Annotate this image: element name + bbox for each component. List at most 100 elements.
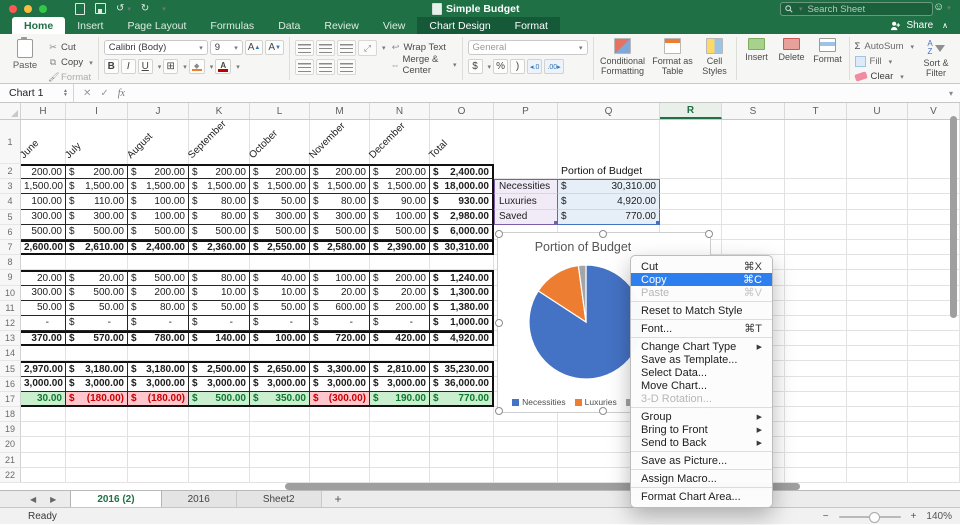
cell[interactable]: $100.00 [128,194,189,209]
conditional-formatting-button[interactable]: Conditional Formatting [599,38,647,76]
cell[interactable]: $3,180.00 [66,361,128,376]
row-header-19[interactable]: 19 [0,422,21,437]
cell[interactable] [370,468,430,483]
cell[interactable] [908,407,960,422]
zoom-slider[interactable] [839,516,901,518]
cell[interactable] [128,255,189,270]
cell[interactable] [66,437,128,452]
cell[interactable]: $780.00 [128,331,189,346]
cell[interactable]: $1,500.00 [66,179,128,194]
cell[interactable]: $200.00 [128,286,189,301]
chart-handle-bottom-mid[interactable] [599,407,607,415]
font-size-select[interactable]: 9▾ [210,40,243,55]
cell[interactable] [722,179,785,194]
ribbon-tab-data[interactable]: Data [266,17,312,34]
cell[interactable]: $10.00 [250,286,310,301]
cell[interactable]: $930.00 [430,194,494,209]
row-header-21[interactable]: 21 [0,453,21,468]
cell[interactable]: 370.00 [21,331,66,346]
cell[interactable] [722,164,785,179]
cell[interactable]: $200.00 [310,164,370,179]
cell[interactable] [660,210,722,225]
cell[interactable] [785,255,847,270]
cell[interactable]: $500.00 [128,270,189,285]
save-icon[interactable] [95,3,106,14]
cell[interactable]: $- [370,316,430,331]
cell[interactable] [847,179,908,194]
cell[interactable] [21,453,66,468]
cell[interactable]: $200.00 [250,164,310,179]
menu-item-copy[interactable]: Copy⌘C [631,273,772,286]
cell[interactable]: $500.00 [250,225,310,240]
cell[interactable] [722,240,785,255]
chart-handle-bottom-left[interactable] [495,407,503,415]
cell[interactable]: $200.00 [66,164,128,179]
row-header-9[interactable]: 9 [0,270,21,285]
cell[interactable]: $20.00 [66,270,128,285]
cell[interactable] [785,407,847,422]
cell[interactable]: $300.00 [310,210,370,225]
cell[interactable]: 30.00 [21,392,66,407]
cell[interactable]: $1,500.00 [128,179,189,194]
font-color-button[interactable]: A [215,59,231,74]
row-header-17[interactable]: 17 [0,392,21,407]
column-header-Q[interactable]: Q [558,103,660,119]
cell[interactable] [558,120,660,164]
cell[interactable]: $1,240.00 [430,270,494,285]
cell[interactable] [722,194,785,209]
cell[interactable]: 100.00 [21,194,66,209]
cell[interactable]: $36,000.00 [430,377,494,392]
cell[interactable] [250,422,310,437]
cell[interactable]: $300.00 [66,210,128,225]
cell[interactable] [21,422,66,437]
cell[interactable] [370,422,430,437]
bold-button[interactable]: B [104,59,119,74]
cell[interactable] [785,164,847,179]
ribbon-tab-page-layout[interactable]: Page Layout [115,17,198,34]
orientation-button[interactable]: ⤢ [358,40,377,56]
column-header-R[interactable]: R [660,103,722,119]
cell[interactable] [21,255,66,270]
cell[interactable] [494,437,558,452]
cell[interactable] [785,194,847,209]
cell[interactable] [370,453,430,468]
search-box[interactable]: ▾ [780,2,933,16]
cell[interactable] [785,437,847,452]
cell[interactable] [847,316,908,331]
cell[interactable] [908,392,960,407]
menu-item-save-as-picture[interactable]: Save as Picture... [631,454,772,467]
toolbar-options-icon[interactable]: ▾ [162,5,166,13]
cell[interactable] [250,407,310,422]
cell[interactable] [722,120,785,164]
cell[interactable] [21,346,66,361]
cell[interactable] [847,194,908,209]
cell[interactable] [785,392,847,407]
cell[interactable] [847,453,908,468]
increase-font-button[interactable]: A▲ [245,40,264,55]
cell[interactable] [21,468,66,483]
align-center-button[interactable] [316,59,335,75]
format-as-table-button[interactable]: Format as Table [652,38,694,76]
ribbon-tab-home[interactable]: Home [12,17,65,34]
chart-handle-top-right[interactable] [705,230,713,238]
cell[interactable] [430,422,494,437]
cell[interactable]: 1,500.00 [21,179,66,194]
row-header-3[interactable]: 3 [0,179,21,194]
cell[interactable]: $2,610.00 [66,240,128,255]
row-header-11[interactable]: 11 [0,301,21,316]
cell[interactable]: $300.00 [250,210,310,225]
cell[interactable]: $200.00 [370,270,430,285]
sort-filter-button[interactable]: AZ Sort & Filter [919,40,953,78]
cell[interactable] [250,437,310,452]
cell[interactable]: September [189,120,250,164]
delete-cells-button[interactable]: Delete [777,38,807,62]
cell[interactable]: October [250,120,310,164]
cell[interactable]: $3,180.00 [128,361,189,376]
cell[interactable] [250,453,310,468]
cell[interactable]: $2,580.00 [310,240,370,255]
undo-icon[interactable]: ↺▾ [116,3,131,14]
cell[interactable] [847,392,908,407]
cell-value-saved[interactable]: $770.00 [558,210,660,225]
cell[interactable] [66,346,128,361]
percent-format-button[interactable]: % [493,59,508,74]
